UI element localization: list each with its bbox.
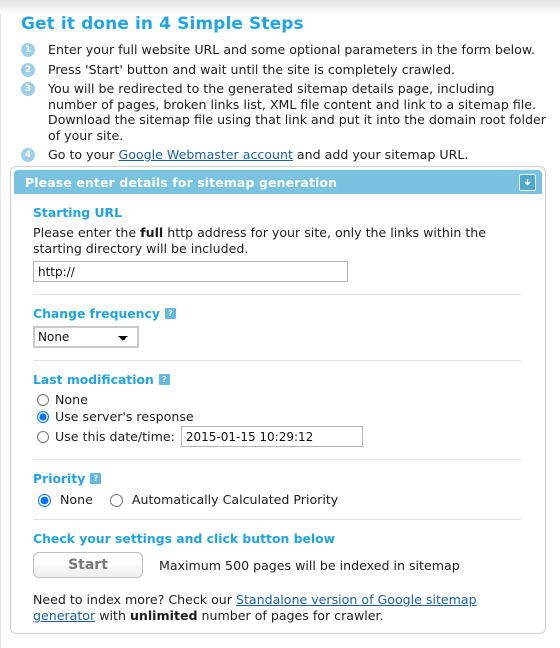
divider-4 [33,519,521,520]
arrow-down-box-icon[interactable] [519,173,536,191]
footer-rest: number of pages for crawler. [197,608,384,623]
starting-url-help-bold: full [140,225,164,240]
page-title: Get it done in 4 Simple Steps [21,14,304,34]
panel-header: Please enter details for sitemap generat… [14,170,542,194]
radio-lastmod-none[interactable] [37,394,49,406]
intro-section: Get it done in 4 Simple Steps 1 Enter yo… [0,0,560,163]
radio-priority-none-label[interactable]: None [60,492,93,507]
google-webmaster-account-link[interactable]: Google Webmaster account [118,147,292,162]
step-item-3: 3 You will be redirected to the generate… [21,81,546,143]
radio-lastmod-date[interactable] [37,430,49,443]
radio-priority-none[interactable] [38,494,51,507]
starting-url-label-row: Starting URL [33,205,523,220]
start-button[interactable]: Start [33,552,143,578]
divider-2 [33,360,521,361]
step-item-2: 2 Press 'Start' button and wait until th… [21,62,546,78]
last-modification-option-server[interactable]: Use server's response [33,409,523,425]
step-item-1: 1 Enter your full website URL and some o… [21,42,546,58]
starting-url-help-lead: Please enter the [33,225,141,240]
change-frequency-label: Change frequency [33,306,160,321]
step-text-4-prefix: Go to your [48,147,119,162]
panel-title: Please enter details for sitemap generat… [25,174,338,190]
step-text-3: You will be redirected to the generated … [48,81,546,143]
radio-lastmod-none-label[interactable]: None [55,392,88,408]
start-row: Start Maximum 500 pages will be indexed … [33,552,523,578]
change-frequency-select[interactable]: None [33,326,139,348]
last-modification-date-input[interactable] [180,426,363,447]
starting-url-label: Starting URL [33,205,122,220]
start-note: Maximum 500 pages will be indexed in sit… [159,557,460,573]
change-frequency-label-row: Change frequency ? [33,306,523,321]
radio-lastmod-date-label[interactable]: Use this date/time: [55,429,175,445]
help-icon-change-frequency[interactable]: ? [164,308,176,319]
starting-url-helptext: Please enter the full http address for y… [33,225,511,256]
help-icon-priority[interactable]: ? [90,473,102,484]
step-number-3: 3 [21,82,35,96]
priority-label: Priority [33,471,86,486]
last-modification-option-none[interactable]: None [33,392,523,408]
submit-label: Check your settings and click button bel… [33,531,336,546]
submit-label-row: Check your settings and click button bel… [33,531,523,546]
step-text-4-suffix: and add your sitemap URL. [292,147,469,162]
footer-bold: unlimited [129,608,198,623]
sitemap-form-panel: Please enter details for sitemap generat… [10,166,546,634]
last-modification-label-row: Last modification ? [33,372,523,387]
radio-lastmod-server[interactable] [37,411,49,423]
divider-3 [33,459,521,460]
priority-options-row: None Automatically Calculated Priority [33,491,523,507]
help-icon-last-modification[interactable]: ? [158,374,170,385]
step-number-1: 1 [21,43,35,57]
steps-list: 1 Enter your full website URL and some o… [21,42,546,163]
step-number-2: 2 [21,62,35,77]
priority-label-row: Priority ? [33,471,523,486]
last-modification-label: Last modification [33,372,154,387]
divider-1 [33,294,521,295]
page-root: Get it done in 4 Simple Steps 1 Enter yo… [0,0,560,634]
step-text-1: Enter your full website URL and some opt… [48,42,536,57]
footer-lead: Need to index more? Check our [33,592,236,607]
step-item-4: 4 Go to your Google Webmaster account an… [21,147,546,163]
step-text-2: Press 'Start' button and wait until the … [48,61,456,77]
radio-priority-auto[interactable] [109,494,123,507]
footer-mid: with [95,608,130,623]
panel-body: Starting URL Please enter the full http … [11,194,545,624]
last-modification-option-date[interactable]: Use this date/time: [33,426,523,447]
footer-note: Need to index more? Check our Standalone… [33,592,523,624]
radio-lastmod-server-label[interactable]: Use server's response [55,409,194,425]
starting-url-input[interactable] [33,261,348,282]
step-number-4: 4 [21,148,35,162]
radio-priority-auto-label[interactable]: Automatically Calculated Priority [132,492,338,507]
